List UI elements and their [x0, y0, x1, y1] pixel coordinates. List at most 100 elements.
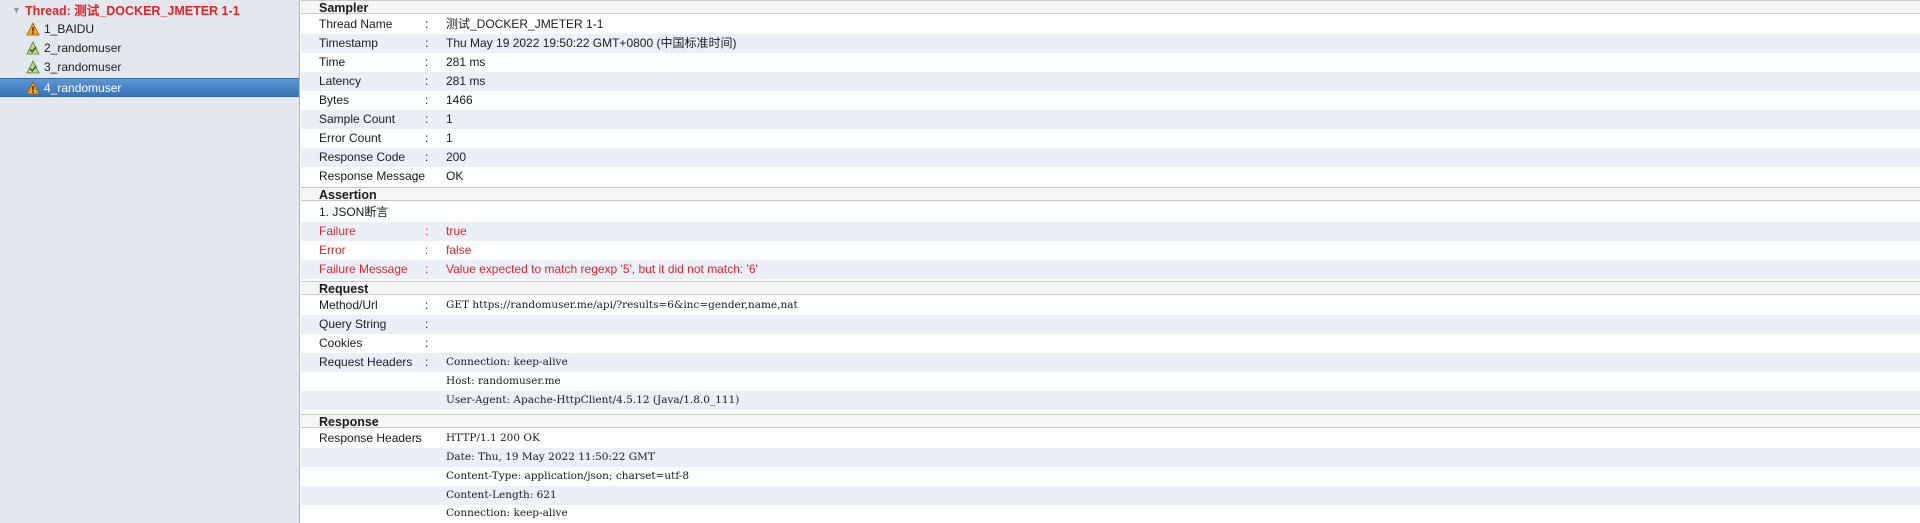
field-value: Connection: keep-alive [446, 356, 568, 368]
assertion-name-row: 1. JSON断言 [301, 203, 1920, 222]
field-value: 测试_DOCKER_JMETER 1-1 [446, 17, 604, 31]
assertion-row-failure: Failure : true [301, 222, 1920, 241]
sampler-row-thread-name: Thread Name : 测试_DOCKER_JMETER 1-1 [301, 15, 1920, 34]
field-label: Response Code [319, 150, 406, 164]
field-separator: : [425, 150, 429, 164]
field-label: Thread Name [319, 17, 393, 31]
request-row-cookies: Cookies : [301, 334, 1920, 353]
field-separator: : [425, 243, 429, 257]
field-value: Content-Length: 621 [446, 489, 557, 501]
request-row-query-string: Query String : [301, 315, 1920, 334]
tree-item-label: 1_BAIDU [44, 21, 95, 36]
field-value: 1 [446, 112, 453, 126]
field-separator: : [425, 36, 429, 50]
sampler-row-latency: Latency : 281 ms [301, 72, 1920, 91]
sampler-row-timestamp: Timestamp : Thu May 19 2022 19:50:22 GMT… [301, 34, 1920, 53]
sample-tree-panel: ▼ Thread: 测试_DOCKER_JMETER 1-1 1_BAIDU 2… [0, 0, 300, 523]
field-value: 1 [446, 131, 453, 145]
request-row-headers: Request Headers : Connection: keep-alive [301, 353, 1920, 372]
field-value: 1466 [446, 93, 473, 107]
field-label: Latency [319, 74, 362, 88]
field-value: Date: Thu, 19 May 2022 11:50:22 GMT [446, 451, 655, 463]
field-value: GET https://randomuser.me/api/?results=6… [446, 299, 798, 311]
field-separator: : [425, 131, 429, 145]
field-label: Error [319, 243, 346, 257]
field-separator: : [425, 55, 429, 69]
request-row-method-url: Method/Url : GET https://randomuser.me/a… [301, 296, 1920, 315]
field-value: User-Agent: Apache-HttpClient/4.5.12 (Ja… [446, 394, 740, 406]
warning-sample-icon [26, 21, 40, 35]
field-separator: : [425, 224, 429, 238]
tree-item-1-baidu[interactable]: 1_BAIDU [0, 19, 299, 38]
response-header-line: Connection: keep-alive [301, 504, 1920, 523]
field-value: Host: randomuser.me [446, 375, 561, 387]
field-separator: : [425, 355, 429, 369]
field-label: Bytes [319, 93, 350, 107]
field-label: Failure [319, 224, 356, 238]
field-value: 281 ms [446, 74, 486, 88]
field-separator: : [425, 112, 429, 126]
thread-node-label: Thread: 测试_DOCKER_JMETER 1-1 [25, 4, 240, 18]
response-header-line: Date: Thu, 19 May 2022 11:50:22 GMT [301, 448, 1920, 467]
field-value: HTTP/1.1 200 OK [446, 432, 540, 444]
success-sample-icon [26, 59, 40, 73]
warning-sample-icon [26, 80, 40, 94]
assertion-row-failure-message: Failure Message : Value expected to matc… [301, 260, 1920, 279]
field-label: Query String [319, 317, 387, 331]
field-label: Method/Url [319, 298, 378, 312]
sampler-row-sample-count: Sample Count : 1 [301, 110, 1920, 129]
field-separator: : [425, 262, 429, 276]
field-separator: : [415, 169, 419, 183]
tree-item-4-randomuser[interactable]: 4_randomuser [0, 78, 299, 97]
field-value: Value expected to match regexp '5', but … [446, 262, 758, 276]
field-label: Cookies [319, 336, 363, 350]
response-header-line: Content-Length: 621 [301, 486, 1920, 505]
request-header-line: Host: randomuser.me [301, 372, 1920, 391]
sampler-row-response-code: Response Code : 200 [301, 148, 1920, 167]
field-separator: : [425, 93, 429, 107]
field-separator: : [425, 74, 429, 88]
field-separator: : [425, 17, 429, 31]
collapse-arrow-icon[interactable]: ▼ [12, 5, 23, 15]
tree-item-label: 4_randomuser [44, 80, 122, 95]
assertion-row-error: Error : false [301, 241, 1920, 260]
field-label: Response Message [319, 169, 426, 183]
section-header-sampler: Sampler [301, 0, 1920, 15]
field-value: 281 ms [446, 55, 486, 69]
view-results-tree-window: ▼ Thread: 测试_DOCKER_JMETER 1-1 1_BAIDU 2… [0, 0, 1920, 523]
assertion-name: 1. JSON断言 [319, 205, 389, 219]
tree-thread-node[interactable]: ▼ Thread: 测试_DOCKER_JMETER 1-1 [0, 0, 299, 19]
field-value: 200 [446, 150, 467, 164]
sampler-row-error-count: Error Count : 1 [301, 129, 1920, 148]
sampler-row-response-message: Response Message : OK [301, 167, 1920, 186]
section-header-response: Response [301, 414, 1920, 429]
field-separator: : [425, 317, 429, 331]
field-separator: : [425, 336, 429, 350]
field-value: true [446, 224, 467, 238]
tree-item-2-randomuser[interactable]: 2_randomuser [0, 38, 299, 57]
response-header-line: Content-Type: application/json; charset=… [301, 467, 1920, 486]
field-value: false [446, 243, 472, 257]
section-header-request: Request [301, 281, 1920, 296]
response-row-headers: Response Headers : HTTP/1.1 200 OK [301, 429, 1920, 448]
field-label: Time [319, 55, 346, 69]
tree-item-label: 3_randomuser [44, 59, 122, 74]
tree-item-3-randomuser[interactable]: 3_randomuser [0, 57, 299, 76]
field-separator: : [425, 298, 429, 312]
field-label: Timestamp [319, 36, 378, 50]
success-sample-icon [26, 40, 40, 54]
field-label: Error Count [319, 131, 382, 145]
field-value: Connection: keep-alive [446, 507, 568, 519]
field-label: Response Headers [319, 431, 422, 445]
section-header-assertion: Assertion [301, 187, 1920, 202]
field-value: Thu May 19 2022 19:50:22 GMT+0800 (中国标准时… [446, 36, 737, 50]
field-label: Failure Message [319, 262, 408, 276]
sampler-row-bytes: Bytes : 1466 [301, 91, 1920, 110]
field-value: Content-Type: application/json; charset=… [446, 470, 690, 482]
sampler-row-time: Time : 281 ms [301, 53, 1920, 72]
field-separator: : [415, 431, 419, 445]
field-label: Request Headers [319, 355, 413, 369]
field-label: Sample Count [319, 112, 396, 126]
request-header-line: User-Agent: Apache-HttpClient/4.5.12 (Ja… [301, 391, 1920, 410]
tree-item-label: 2_randomuser [44, 40, 122, 55]
